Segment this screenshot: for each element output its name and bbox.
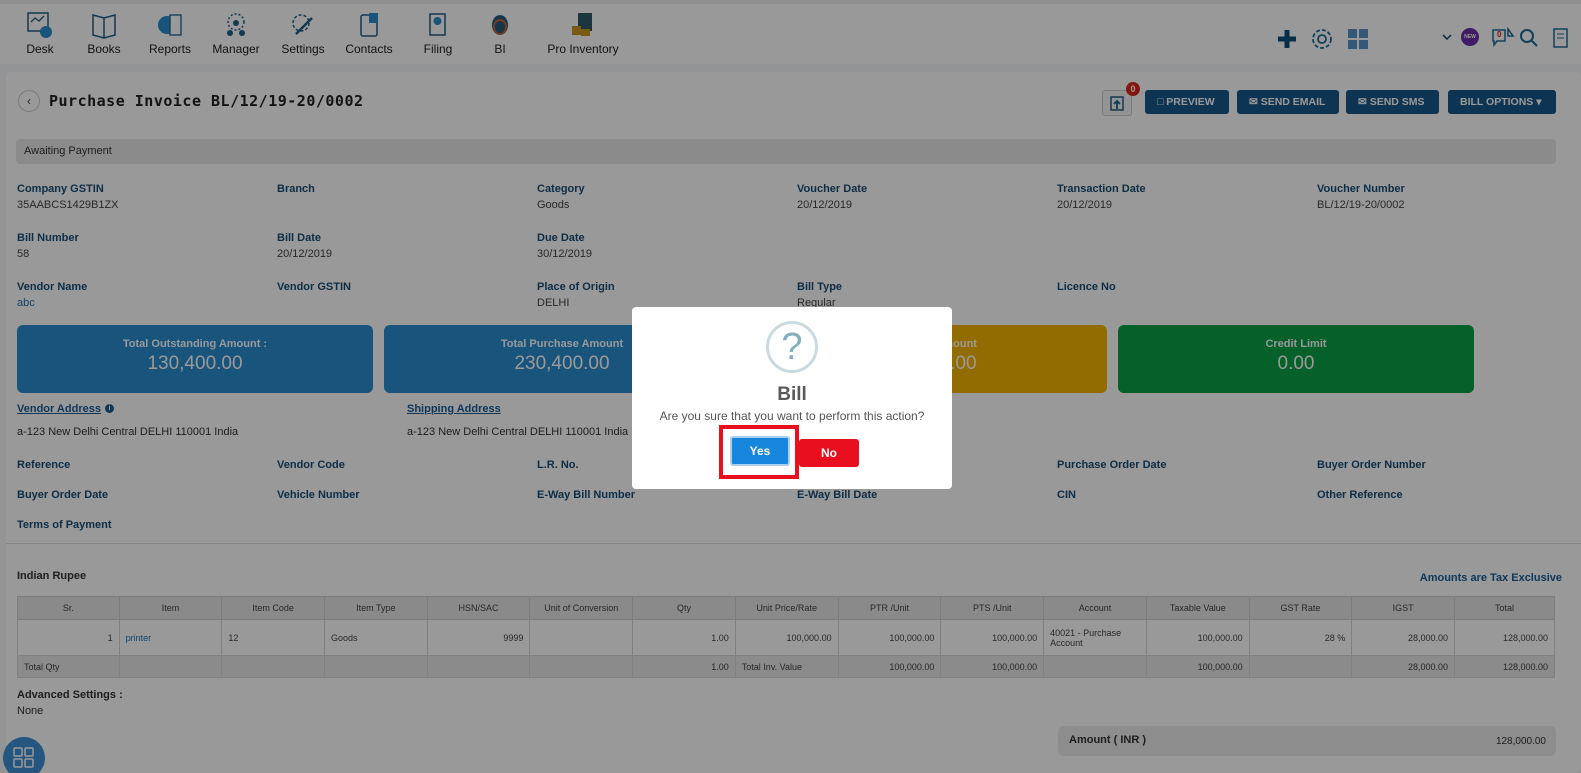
no-button[interactable]: No [799,439,859,467]
yes-button[interactable]: Yes [730,436,790,466]
confirm-dialog: ? Bill Are you sure that you want to per… [632,307,952,489]
dialog-message: Are you sure that you want to perform th… [659,409,925,423]
question-icon: ? [766,321,818,373]
dialog-title: Bill [777,384,807,405]
